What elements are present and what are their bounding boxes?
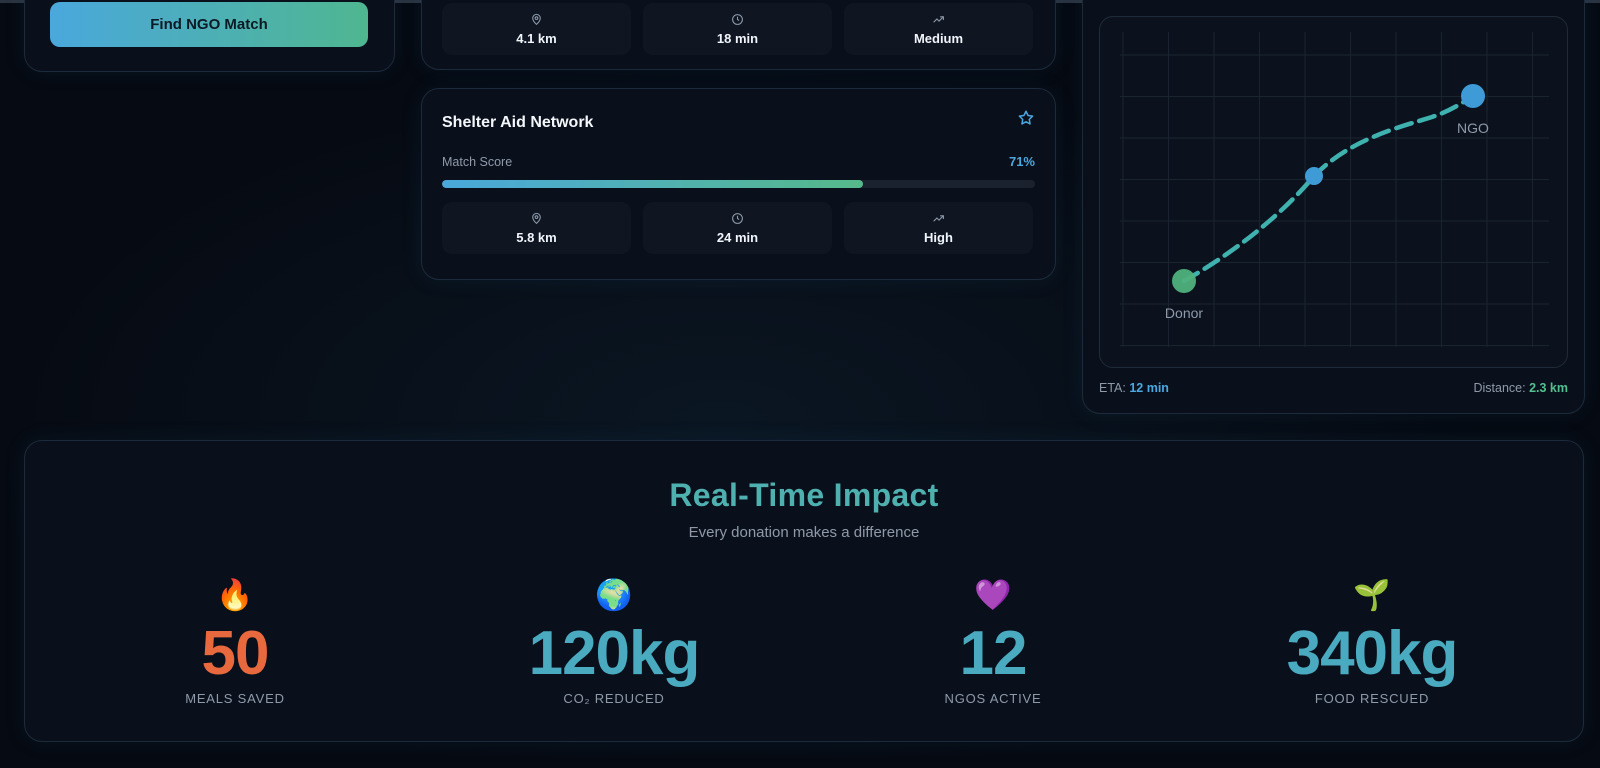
fire-icon: 🔥: [216, 579, 254, 612]
match-score-value: 71%: [1008, 154, 1035, 169]
ngo-match-card[interactable]: 4.1 km 18 min Medium: [421, 0, 1056, 70]
metric-distance: 4.1 km: [442, 3, 631, 55]
impact-title: Real-Time Impact: [669, 477, 939, 513]
globe-icon: 🌍: [595, 579, 633, 612]
stat-value: 340kg: [1286, 619, 1459, 688]
ngo-name: Shelter Aid Network: [442, 114, 594, 131]
ngo-match-card[interactable]: Shelter Aid Network Match Score 71% 5.8 …: [421, 88, 1056, 280]
metric-value: Medium: [913, 30, 964, 46]
star-icon[interactable]: [1017, 109, 1035, 127]
donor-marker: [1172, 269, 1196, 293]
donation-form-card: Find NGO Match: [24, 0, 395, 72]
stat-value: 12: [959, 619, 1028, 688]
impact-panel: Real-Time Impact Every donation makes a …: [24, 440, 1584, 742]
stat-value: 120kg: [528, 619, 701, 688]
match-score-bar: [442, 180, 1035, 188]
heart-icon: 💜: [974, 579, 1012, 612]
route-map-canvas: Donor NGO: [1120, 32, 1549, 347]
metric-priority: Medium: [844, 3, 1033, 55]
donor-label: Donor: [1165, 305, 1203, 321]
stat-label: FOOD RESCUED: [1314, 691, 1430, 706]
distance-value: 2.3 km: [1529, 381, 1568, 395]
route-map[interactable]: Donor NGO: [1099, 16, 1568, 368]
stat-value: 50: [201, 619, 270, 688]
map-pin-icon: [532, 212, 541, 224]
match-score-fill: [442, 180, 864, 188]
stat-ngos-active: 💜 12 NGOS ACTIVE: [843, 579, 1143, 706]
find-ngo-match-button[interactable]: Find NGO Match: [50, 2, 368, 47]
distance-label: Distance:: [1473, 381, 1526, 395]
route-path: [1181, 93, 1476, 284]
stat-label: MEALS SAVED: [185, 691, 285, 706]
eta-label: ETA:: [1099, 381, 1126, 395]
distance-readout: Distance: 2.3 km: [1473, 381, 1568, 395]
eta-readout: ETA: 12 min: [1099, 381, 1169, 395]
stat-meals-saved: 🔥 50 MEALS SAVED: [85, 579, 385, 706]
map-grid: [1120, 32, 1549, 347]
stat-food-rescued: 🌱 340kg FOOD RESCUED: [1222, 579, 1522, 706]
trending-up-icon: [933, 214, 944, 222]
metric-time: 18 min: [643, 3, 832, 55]
metric-distance: 5.8 km: [442, 202, 631, 254]
match-metrics: 4.1 km 18 min Medium: [442, 3, 1033, 55]
metric-value: 24 min: [716, 229, 759, 245]
metric-value: 18 min: [716, 30, 759, 46]
seedling-icon: 🌱: [1353, 579, 1391, 612]
route-map-card: Donor NGO ETA: 12 min Distance: 2.3 km: [1082, 0, 1585, 414]
match-score-label: Match Score: [442, 155, 513, 169]
clock-icon: [732, 212, 743, 224]
metric-value: 4.1 km: [516, 30, 557, 46]
ngo-label: NGO: [1457, 120, 1489, 136]
ngo-marker: [1461, 84, 1485, 108]
metric-value: 5.8 km: [516, 229, 557, 245]
clock-icon: [732, 13, 743, 25]
stat-label: CO₂ REDUCED: [563, 691, 665, 706]
eta-value: 12 min: [1129, 381, 1169, 395]
stat-co2-reduced: 🌍 120kg CO₂ REDUCED: [464, 579, 764, 706]
metric-value: High: [924, 229, 953, 245]
impact-subtitle: Every donation makes a difference: [688, 524, 920, 541]
map-pin-icon: [532, 13, 541, 25]
waypoint-marker: [1305, 167, 1323, 185]
metric-time: 24 min: [643, 202, 832, 254]
match-metrics: 5.8 km 24 min High: [442, 202, 1033, 254]
metric-priority: High: [844, 202, 1033, 254]
trending-up-icon: [933, 15, 944, 23]
stat-label: NGOS ACTIVE: [944, 691, 1042, 706]
